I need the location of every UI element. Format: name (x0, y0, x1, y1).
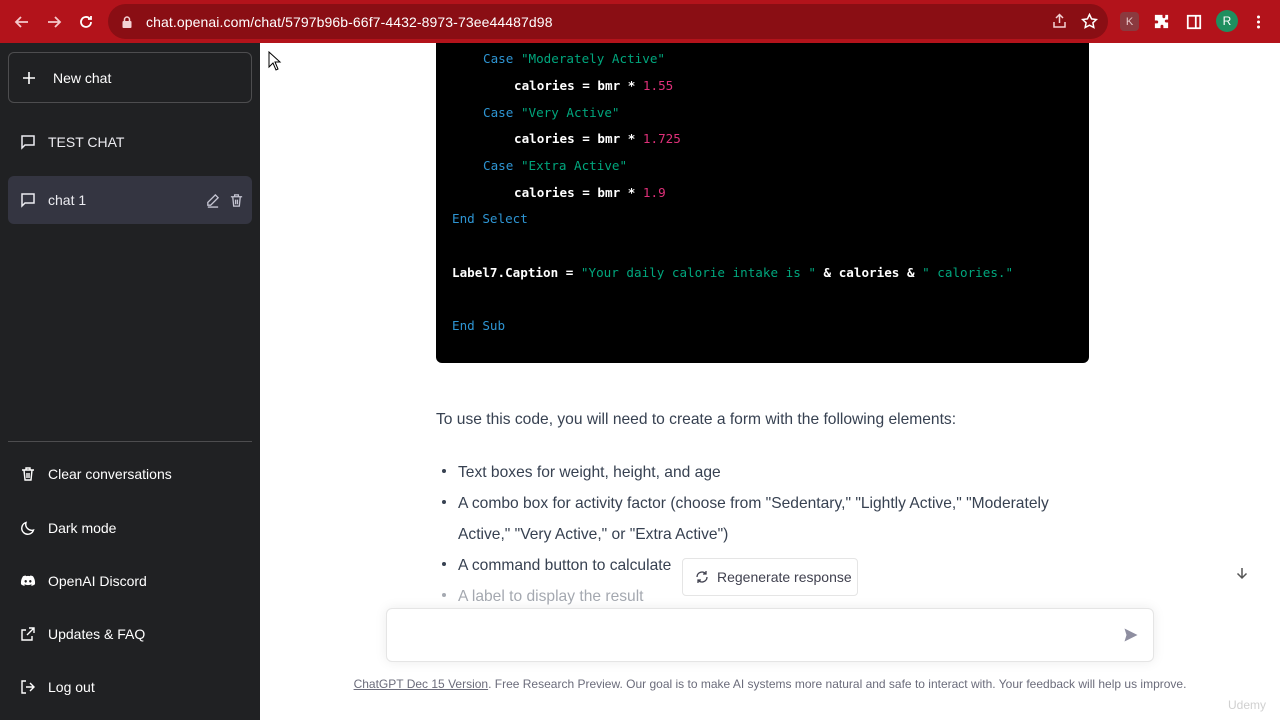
code-line: End Sub (452, 318, 506, 333)
refresh-icon (696, 571, 708, 583)
footer-text: . Free Research Preview. Our goal is to … (488, 677, 1187, 691)
back-button[interactable] (6, 6, 38, 38)
conversation-title: TEST CHAT (48, 134, 125, 150)
extensions-puzzle-icon[interactable] (1152, 12, 1171, 31)
bullet-text: A command button to calculate (458, 557, 672, 574)
forward-button[interactable] (38, 6, 70, 38)
conversation-item-active[interactable]: chat 1 (8, 176, 252, 224)
arrow-right-icon (48, 15, 62, 28)
kebab-menu-icon[interactable] (1249, 12, 1268, 31)
arrow-left-icon (14, 15, 28, 28)
code-line: Case "Very Active" (483, 105, 620, 120)
menu-label: OpenAI Discord (48, 573, 147, 589)
version-link[interactable]: ChatGPT Dec 15 Version (354, 677, 489, 691)
clear-conversations-button[interactable]: Clear conversations (8, 452, 252, 496)
bullet-dot (442, 500, 446, 504)
share-icon[interactable] (1051, 13, 1068, 30)
bullet-text: A combo box for activity factor (choose … (458, 495, 1049, 512)
bullet-dot (442, 469, 446, 473)
trash-icon (22, 467, 34, 481)
bullet-dot (442, 562, 446, 566)
log-out-button[interactable]: Log out (8, 665, 252, 709)
code-line: calories = bmr * 1.55 (514, 78, 674, 93)
code-line: End Select (452, 211, 528, 226)
bullet-dot (442, 593, 446, 597)
new-chat-button[interactable]: New chat (8, 52, 252, 103)
message-input-box (386, 608, 1154, 662)
logout-icon (21, 680, 35, 694)
menu-label: Clear conversations (48, 466, 172, 482)
openai-discord-link[interactable]: OpenAI Discord (8, 559, 252, 603)
regenerate-label: Regenerate response (717, 569, 852, 585)
menu-label: Updates & FAQ (48, 626, 146, 642)
sidebar-divider (8, 441, 252, 442)
code-block: Case "Moderately Active" calories = bmr … (436, 43, 1089, 363)
external-link-icon (21, 627, 35, 641)
url-text: chat.openai.com/chat/5797b96b-66f7-4432-… (146, 13, 553, 30)
message-input[interactable] (399, 621, 1099, 649)
reload-button[interactable] (70, 6, 102, 38)
scroll-to-bottom-button[interactable] (1232, 563, 1252, 583)
new-chat-label: New chat (53, 69, 112, 86)
menu-label: Log out (48, 679, 95, 695)
bullet-text-continued: Active," "Very Active," or "Extra Active… (458, 526, 729, 543)
chat-bubble-icon (21, 193, 35, 208)
watermark-logo: Udemy (1228, 698, 1267, 712)
sidebar: New chat TEST CHAT chat 1 Clear conversa… (0, 43, 260, 720)
dark-mode-button[interactable]: Dark mode (8, 506, 252, 550)
bookmark-star-icon[interactable] (1081, 13, 1098, 30)
extension-k-icon[interactable]: K (1120, 12, 1139, 31)
trash-icon[interactable] (229, 193, 244, 208)
code-line: Case "Moderately Active" (483, 51, 665, 66)
pencil-icon[interactable] (205, 193, 220, 208)
code-line: Label7.Caption = "Your daily calorie int… (452, 265, 1014, 280)
profile-avatar[interactable]: R (1216, 10, 1238, 32)
bullet-text: Text boxes for weight, height, and age (458, 464, 721, 481)
arrow-down-icon (1236, 568, 1248, 580)
lock-icon (122, 15, 132, 28)
code-line: calories = bmr * 1.725 (514, 131, 681, 146)
answer-intro: To use this code, you will need to creat… (436, 411, 957, 428)
chat-bubble-icon (21, 135, 35, 150)
discord-icon (20, 575, 36, 586)
reload-icon (80, 15, 92, 28)
menu-label: Dark mode (48, 520, 117, 536)
chat-main: Case "Moderately Active" calories = bmr … (260, 43, 1280, 720)
regenerate-response-button[interactable]: Regenerate response (682, 558, 858, 596)
code-line: calories = bmr * 1.9 (514, 185, 666, 200)
updates-faq-link[interactable]: Updates & FAQ (8, 612, 252, 656)
conversation-item[interactable]: TEST CHAT (8, 118, 252, 166)
address-bar[interactable]: chat.openai.com/chat/5797b96b-66f7-4432-… (108, 4, 1108, 39)
plus-icon (23, 71, 35, 84)
footer-disclaimer: ChatGPT Dec 15 Version. Free Research Pr… (260, 677, 1280, 691)
code-line-clipped (452, 43, 522, 48)
side-panel-icon[interactable] (1184, 12, 1203, 31)
mouse-cursor-icon (268, 51, 282, 71)
moon-icon (21, 521, 35, 535)
conversation-title: chat 1 (48, 192, 87, 208)
send-icon[interactable] (1123, 627, 1139, 643)
code-line: Case "Extra Active" (483, 158, 628, 173)
